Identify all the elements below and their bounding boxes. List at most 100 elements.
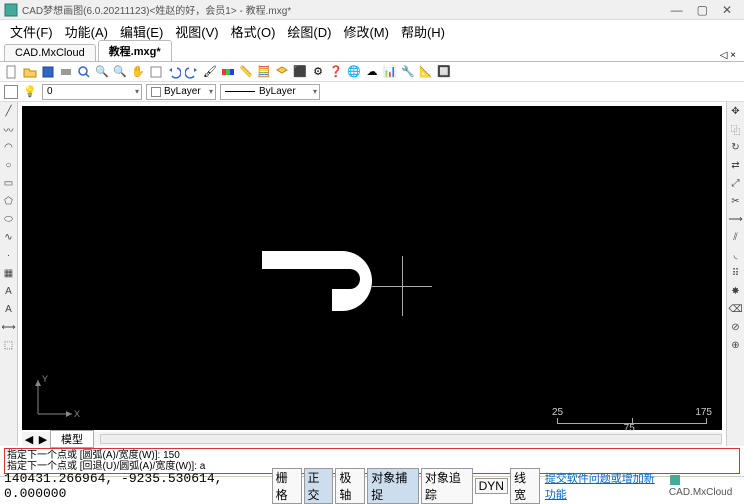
copy-tool-icon[interactable]: ⿻ — [729, 122, 743, 136]
dim-tool-icon[interactable]: ⟷ — [2, 320, 16, 334]
ellipse-tool-icon[interactable]: ⬭ — [2, 212, 16, 226]
grid-toggle[interactable]: 栅格 — [272, 468, 302, 504]
color-dropdown[interactable]: ByLayer — [146, 84, 216, 100]
offset-tool-icon[interactable]: ⫽ — [729, 230, 743, 244]
redraw-icon[interactable] — [148, 64, 164, 80]
color-swatch[interactable] — [4, 85, 18, 99]
join-tool-icon[interactable]: ⊕ — [729, 338, 743, 352]
menu-view[interactable]: 视图(V) — [171, 20, 222, 43]
polygon-tool-icon[interactable]: ⬠ — [2, 194, 16, 208]
calc-icon[interactable]: 🧮 — [256, 64, 272, 80]
layer-value: 0 — [47, 86, 53, 97]
color-box-icon — [151, 87, 161, 97]
coordinates-readout: 140431.266964, -9235.530614, 0.000000 — [0, 471, 271, 501]
properties-toolbar: 💡 0 ByLayer ByLayer — [0, 82, 744, 102]
dist-icon[interactable]: 📏 — [238, 64, 254, 80]
scale-tool-icon[interactable]: ⤢ — [729, 176, 743, 190]
linetype-value: ByLayer — [259, 86, 296, 97]
layer-dropdown[interactable]: 0 — [42, 84, 142, 100]
svg-text:Y: Y — [42, 374, 48, 384]
globe-icon[interactable]: 🌐 — [346, 64, 362, 80]
text-tool-icon[interactable]: A — [2, 284, 16, 298]
feedback-link[interactable]: 提交软件问题或增加新功能 — [545, 470, 665, 502]
cloud-icon[interactable]: ☁ — [364, 64, 380, 80]
explode-tool-icon[interactable]: ✸ — [729, 284, 743, 298]
layer-state-icon[interactable]: 💡 — [22, 84, 38, 100]
tab-close-controls[interactable]: ◁ × — [716, 50, 740, 61]
block-tool-icon[interactable]: ⬚ — [2, 338, 16, 352]
save-icon[interactable] — [40, 64, 56, 80]
polar-toggle[interactable]: 极轴 — [335, 468, 365, 504]
zoom-window-icon[interactable]: 🔍 — [112, 64, 128, 80]
standard-toolbar: 🔍 🔍 ✋ 🖌 📏 🧮 ⬛ ⚙ ❓ 🌐 ☁ 📊 🔧 📐 🔲 — [0, 62, 744, 82]
pan-icon[interactable]: ✋ — [130, 64, 146, 80]
cmd-history-line: 指定下一个点或 [圆弧(A)/宽度(W)]: 150 — [7, 450, 737, 461]
point-tool-icon[interactable]: · — [2, 248, 16, 262]
print-icon[interactable] — [58, 64, 74, 80]
palette-icon[interactable] — [220, 64, 236, 80]
menu-file[interactable]: 文件(F) — [6, 20, 57, 43]
svg-text:X: X — [74, 409, 80, 419]
layout-tabs: ◀ ▶ 模型 — [22, 432, 722, 446]
break-tool-icon[interactable]: ⊘ — [729, 320, 743, 334]
redo-icon[interactable] — [184, 64, 200, 80]
extend-tool-icon[interactable]: ⟶ — [729, 212, 743, 226]
tab-document[interactable]: 教程.mxg* — [98, 40, 172, 61]
line-tool-icon[interactable]: ╱ — [2, 104, 16, 118]
status-bar: 140431.266964, -9235.530614, 0.000000 栅格… — [0, 476, 744, 494]
menu-help[interactable]: 帮助(H) — [397, 20, 449, 43]
canvas-area: Y X 25 75 175 ◀ ▶ 模型 — [18, 102, 726, 446]
help-icon[interactable]: ❓ — [328, 64, 344, 80]
spline-tool-icon[interactable]: ∿ — [2, 230, 16, 244]
hatch-tool-icon[interactable]: ▦ — [2, 266, 16, 280]
app-icon — [4, 3, 18, 17]
circle-tool-icon[interactable]: ○ — [2, 158, 16, 172]
array-tool-icon[interactable]: ⠿ — [729, 266, 743, 280]
scale-tick-c: 175 — [695, 407, 712, 418]
undo-icon[interactable] — [166, 64, 182, 80]
dyn-toggle[interactable]: DYN — [475, 478, 508, 494]
chart-icon[interactable]: 📊 — [382, 64, 398, 80]
menu-modify[interactable]: 修改(M) — [339, 20, 393, 43]
maximize-button[interactable]: ▢ — [697, 3, 708, 17]
lineweight-toggle[interactable]: 线宽 — [510, 468, 540, 504]
tool-a-icon[interactable]: 🔧 — [400, 64, 416, 80]
erase-tool-icon[interactable]: ⌫ — [729, 302, 743, 316]
arc-tool-icon[interactable]: ◠ — [2, 140, 16, 154]
new-icon[interactable] — [4, 64, 20, 80]
mtext-tool-icon[interactable]: A — [2, 302, 16, 316]
brand-label: CAD.MxCloud — [665, 474, 744, 498]
trim-tool-icon[interactable]: ✂ — [729, 194, 743, 208]
linetype-dropdown[interactable]: ByLayer — [220, 84, 320, 100]
mirror-tool-icon[interactable]: ⇄ — [729, 158, 743, 172]
ortho-toggle[interactable]: 正交 — [304, 468, 334, 504]
tool-c-icon[interactable]: 🔲 — [436, 64, 452, 80]
scroll-right-icon[interactable]: ▶ — [36, 433, 50, 446]
titlebar: CAD梦想画图(6.0.20211123)<姓赵的好，会员1> - 教程.mxg… — [0, 0, 744, 20]
drawing-canvas[interactable]: Y X 25 75 175 — [22, 106, 722, 430]
settings-icon[interactable]: ⚙ — [310, 64, 326, 80]
minimize-button[interactable]: — — [671, 3, 683, 17]
modify-toolbar: ✥ ⿻ ↻ ⇄ ⤢ ✂ ⟶ ⫽ ◟ ⠿ ✸ ⌫ ⊘ ⊕ — [726, 102, 744, 446]
model-tab[interactable]: 模型 — [50, 430, 94, 448]
tab-cloud[interactable]: CAD.MxCloud — [4, 44, 96, 61]
move-tool-icon[interactable]: ✥ — [729, 104, 743, 118]
otrack-toggle[interactable]: 对象追踪 — [421, 468, 473, 504]
close-button[interactable]: ✕ — [722, 3, 732, 17]
hscrollbar[interactable] — [100, 434, 722, 444]
matchprop-icon[interactable]: 🖌 — [202, 64, 218, 80]
scroll-left-icon[interactable]: ◀ — [22, 433, 36, 446]
preview-icon[interactable] — [76, 64, 92, 80]
rotate-tool-icon[interactable]: ↻ — [729, 140, 743, 154]
menu-format[interactable]: 格式(O) — [227, 20, 280, 43]
zoom-icon[interactable]: 🔍 — [94, 64, 110, 80]
block-icon[interactable]: ⬛ — [292, 64, 308, 80]
layer-icon[interactable] — [274, 64, 290, 80]
pline-tool-icon[interactable]: 〰 — [2, 122, 16, 136]
osnap-toggle[interactable]: 对象捕捉 — [367, 468, 419, 504]
rect-tool-icon[interactable]: ▭ — [2, 176, 16, 190]
tool-b-icon[interactable]: 📐 — [418, 64, 434, 80]
fillet-tool-icon[interactable]: ◟ — [729, 248, 743, 262]
open-icon[interactable] — [22, 64, 38, 80]
menu-draw[interactable]: 绘图(D) — [283, 20, 335, 43]
